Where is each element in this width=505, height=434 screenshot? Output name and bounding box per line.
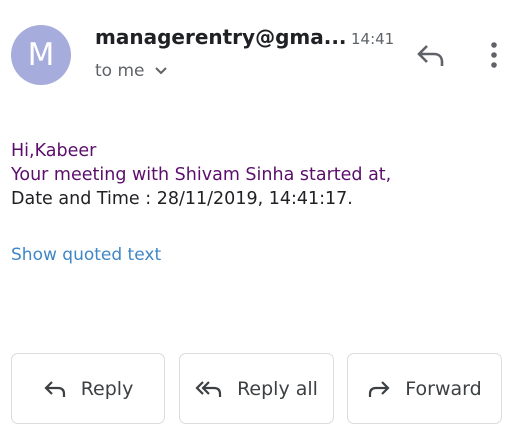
recipient-details-toggle[interactable]: to me xyxy=(95,61,168,81)
message-body: Hi,Kabeer Your meeting with Shivam Sinha… xyxy=(11,139,391,211)
forward-button[interactable]: Forward xyxy=(347,353,502,424)
reply-label: Reply xyxy=(80,377,134,400)
recipient-label: to me xyxy=(95,61,145,81)
meeting-line: Your meeting with Shivam Sinha started a… xyxy=(11,165,392,185)
reply-all-button[interactable]: Reply all xyxy=(179,353,334,424)
reply-all-label: Reply all xyxy=(237,377,318,400)
sender-address[interactable]: managerentry@gma... xyxy=(95,25,347,49)
reply-button[interactable]: Reply xyxy=(11,353,165,424)
chevron-down-icon xyxy=(154,67,167,75)
forward-icon xyxy=(369,380,390,397)
forward-label: Forward xyxy=(405,377,482,400)
greeting-line: Hi,Kabeer xyxy=(11,141,97,161)
message-time: 14:41 xyxy=(351,30,395,48)
reply-all-icon xyxy=(195,380,222,397)
show-quoted-text-link[interactable]: Show quoted text xyxy=(11,245,161,265)
more-vert-icon[interactable] xyxy=(484,39,504,71)
email-message-view: M managerentry@gma... 14:41 to me Hi,Kab… xyxy=(0,0,505,434)
reply-icon[interactable] xyxy=(416,42,445,68)
datetime-line: Date and Time : 28/11/2019, 14:41:17. xyxy=(11,189,353,209)
reply-icon xyxy=(44,380,65,397)
avatar[interactable]: M xyxy=(11,25,71,85)
avatar-letter: M xyxy=(27,37,55,73)
